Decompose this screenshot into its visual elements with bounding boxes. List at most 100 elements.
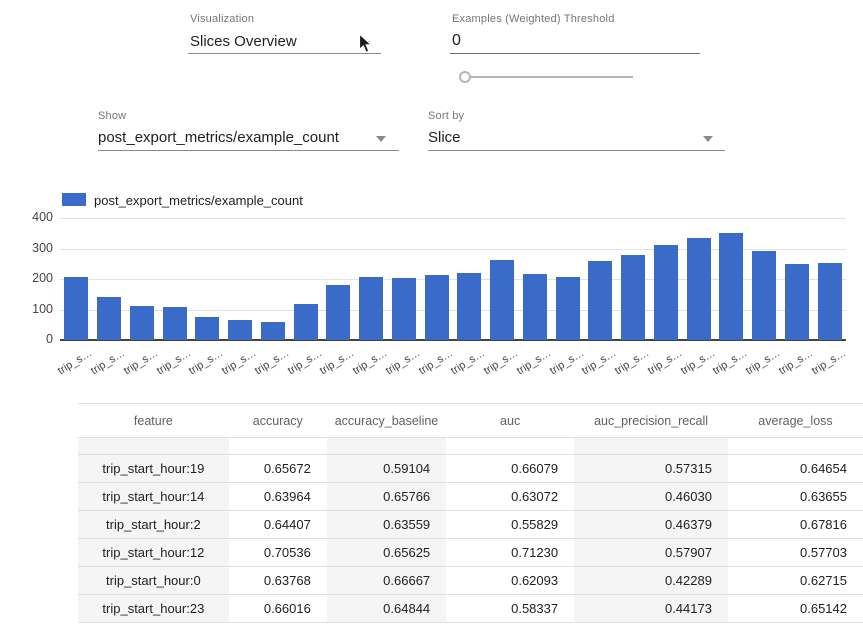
gridline-400 — [60, 218, 846, 219]
show-label: Show — [98, 110, 339, 122]
table-row[interactable]: trip_start_hour:20.644070.635590.55829 0.… — [78, 511, 863, 539]
metric-cell: 0.63072 — [446, 483, 574, 511]
visualization-dropdown[interactable]: Slices Overview — [190, 33, 297, 50]
x-tick-label-2: trip_s… — [122, 347, 161, 377]
table-row[interactable]: trip_start_hour:190.656720.591040.660790… — [78, 455, 863, 483]
bar-chart-plot-area — [60, 218, 846, 340]
threshold-underline — [450, 53, 700, 54]
table-row[interactable]: trip_start_hour:140.639640.657660.630720… — [78, 483, 863, 511]
metric-cell: 0.57907 — [574, 539, 728, 567]
metrics-table: featureaccuracyaccuracy_baselineaucauc_p… — [78, 403, 863, 623]
table-row[interactable]: trip_start_hour:120.705360.656250.712300… — [78, 539, 863, 567]
bar-8[interactable] — [326, 285, 350, 340]
bar-3[interactable] — [163, 307, 187, 340]
feature-cell: trip_start_hour:2 — [78, 511, 229, 539]
bar-14[interactable] — [523, 274, 547, 340]
table-row[interactable]: trip_start_hour:230.660160.648440.583370… — [78, 595, 863, 623]
bar-7[interactable] — [294, 304, 318, 340]
table-row[interactable]: trip_start_hour:00.637680.666670.620930.… — [78, 567, 863, 595]
bar-12[interactable] — [457, 273, 481, 340]
column-header-accuracy[interactable]: accuracy — [229, 404, 327, 438]
x-tick-label-20: trip_s… — [711, 347, 750, 377]
feature-cell: trip_start_hour:12 — [78, 539, 229, 567]
feature-cell: trip_start_hour:19 — [78, 455, 229, 483]
metric-cell: 0.63559 — [327, 511, 446, 539]
filter-cell[interactable] — [327, 438, 446, 455]
chevron-down-icon[interactable] — [376, 136, 386, 142]
column-header-accuracy_baseline[interactable]: accuracy_baseline — [327, 404, 446, 438]
bar-5[interactable] — [228, 320, 252, 340]
bar-2[interactable] — [130, 306, 154, 340]
x-tick-label-8: trip_s… — [318, 347, 357, 377]
sort-label: Sort by — [428, 110, 464, 122]
x-tick-label-22: trip_s… — [777, 347, 816, 377]
x-tick-label-23: trip_s… — [809, 347, 848, 377]
table-filter-row — [78, 438, 863, 455]
x-tick-label-9: trip_s… — [351, 347, 390, 377]
bar-18[interactable] — [654, 245, 678, 340]
chevron-down-icon[interactable] — [703, 136, 713, 142]
x-tick-label-19: trip_s… — [678, 347, 717, 377]
metric-cell: 0.65142 — [728, 595, 863, 623]
bar-6[interactable] — [261, 322, 285, 340]
bar-1[interactable] — [97, 297, 121, 340]
legend-swatch — [62, 193, 86, 206]
sort-dropdown[interactable]: Slice — [428, 129, 464, 146]
x-tick-label-3: trip_s… — [154, 347, 193, 377]
threshold-control: Examples (Weighted) Threshold 0 — [452, 13, 615, 50]
x-tick-label-14: trip_s… — [515, 347, 554, 377]
bar-16[interactable] — [588, 261, 612, 340]
threshold-slider-track[interactable] — [461, 76, 633, 78]
show-dropdown[interactable]: post_export_metrics/example_count — [98, 129, 339, 146]
x-axis-labels: trip_s…trip_s…trip_s…trip_s…trip_s…trip_… — [60, 343, 846, 389]
x-tick-label-4: trip_s… — [187, 347, 226, 377]
threshold-slider-thumb[interactable] — [459, 71, 471, 83]
x-tick-label-17: trip_s… — [613, 347, 652, 377]
bar-0[interactable] — [64, 277, 88, 340]
filter-cell[interactable] — [229, 438, 327, 455]
column-header-feature[interactable]: feature — [78, 404, 229, 438]
filter-cell[interactable] — [446, 438, 574, 455]
visualization-control: Visualization Slices Overview — [190, 13, 297, 50]
metric-cell: 0.64407 — [229, 511, 327, 539]
x-tick-label-12: trip_s… — [449, 347, 488, 377]
bar-20[interactable] — [719, 233, 743, 340]
bar-23[interactable] — [818, 263, 842, 340]
sort-underline — [428, 150, 725, 151]
metric-cell: 0.55829 — [446, 511, 574, 539]
y-tick-label: 100 — [32, 302, 53, 316]
bar-4[interactable] — [195, 317, 219, 340]
metric-cell: 0.63964 — [229, 483, 327, 511]
table-header-row: featureaccuracyaccuracy_baselineaucauc_p… — [78, 404, 863, 438]
show-underline — [98, 150, 399, 151]
metric-cell: 0.63768 — [229, 567, 327, 595]
filter-cell[interactable] — [574, 438, 728, 455]
metric-cell: 0.63655 — [728, 483, 863, 511]
bar-22[interactable] — [785, 264, 809, 340]
bar-19[interactable] — [687, 238, 711, 340]
bar-17[interactable] — [621, 255, 645, 340]
threshold-label: Examples (Weighted) Threshold — [452, 13, 615, 25]
x-tick-label-10: trip_s… — [384, 347, 423, 377]
column-header-auc[interactable]: auc — [446, 404, 574, 438]
threshold-input[interactable]: 0 — [452, 32, 615, 50]
metric-cell: 0.65766 — [327, 483, 446, 511]
column-header-average_loss[interactable]: average_loss — [728, 404, 863, 438]
metric-cell: 0.67816 — [728, 511, 863, 539]
bar-9[interactable] — [359, 277, 383, 340]
x-tick-label-16: trip_s… — [580, 347, 619, 377]
bar-13[interactable] — [490, 260, 514, 340]
x-tick-label-7: trip_s… — [285, 347, 324, 377]
feature-cell: trip_start_hour:0 — [78, 567, 229, 595]
filter-cell[interactable] — [728, 438, 863, 455]
column-header-auc_precision_recall[interactable]: auc_precision_recall — [574, 404, 728, 438]
x-tick-label-11: trip_s… — [416, 347, 455, 377]
metric-cell: 0.62093 — [446, 567, 574, 595]
x-tick-label-0: trip_s… — [56, 347, 95, 377]
filter-cell[interactable] — [78, 438, 229, 455]
bar-11[interactable] — [425, 275, 449, 340]
bar-15[interactable] — [556, 277, 580, 340]
bar-10[interactable] — [392, 278, 416, 340]
metric-cell: 0.57703 — [728, 539, 863, 567]
bar-21[interactable] — [752, 251, 776, 340]
